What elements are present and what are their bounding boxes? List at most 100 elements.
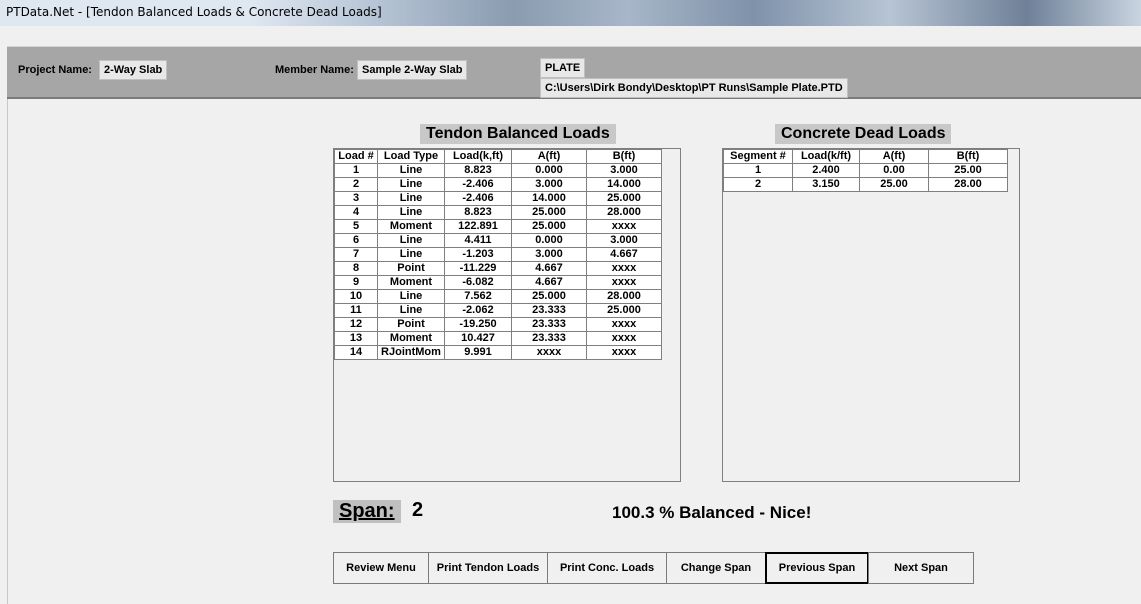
cell-load: 2.400 <box>792 163 860 178</box>
print-conc-loads-button[interactable]: Print Conc. Loads <box>547 552 667 584</box>
table-row[interactable]: 13 Moment 10.427 23.333 xxxx <box>334 331 662 346</box>
cell-load-type: Moment <box>377 331 445 346</box>
cell-load-number: 13 <box>334 331 378 346</box>
cell-load: -11.229 <box>444 261 512 276</box>
table-row[interactable]: 9 Moment -6.082 4.667 xxxx <box>334 275 662 290</box>
balanced-status: 100.3 % Balanced - Nice! <box>612 503 812 522</box>
table-row[interactable]: 3 Line -2.406 14.000 25.000 <box>334 191 662 206</box>
cell-load-number: 8 <box>334 261 378 276</box>
cell-load-number: 2 <box>334 177 378 192</box>
cell-load-type: Line <box>377 177 445 192</box>
print-tendon-loads-button[interactable]: Print Tendon Loads <box>428 552 548 584</box>
cell-load-number: 10 <box>334 289 378 304</box>
table-row[interactable]: 6 Line 4.411 0.000 3.000 <box>334 233 662 248</box>
cell-a: 25.000 <box>511 219 587 234</box>
cell-segment-number: 1 <box>723 163 793 178</box>
cell-a: 25.000 <box>511 289 587 304</box>
cell-load-number: 9 <box>334 275 378 290</box>
table-row[interactable]: 14 RJointMom 9.991 xxxx xxxx <box>334 345 662 360</box>
cell-b: 3.000 <box>586 163 662 178</box>
cell-a: 0.000 <box>511 163 587 178</box>
cell-b: xxxx <box>586 331 662 346</box>
span-label: Span: <box>333 500 401 523</box>
concrete-table-title: Concrete Dead Loads <box>775 124 952 144</box>
cell-load: 7.562 <box>444 289 512 304</box>
cell-b: xxxx <box>586 261 662 276</box>
cell-load: -1.203 <box>444 247 512 262</box>
table-row[interactable]: 11 Line -2.062 23.333 25.000 <box>334 303 662 318</box>
cell-b: 28.00 <box>928 177 1008 192</box>
cell-load: 8.823 <box>444 205 512 220</box>
cell-load: 10.427 <box>444 331 512 346</box>
cell-b: 4.667 <box>586 247 662 262</box>
window-title: PTData.Net - [Tendon Balanced Loads & Co… <box>6 5 382 19</box>
cell-b: xxxx <box>586 219 662 234</box>
cell-load-type: Line <box>377 205 445 220</box>
cell-b: 25.000 <box>586 303 662 318</box>
cell-segment-number: 2 <box>723 177 793 192</box>
cell-load-number: 11 <box>334 303 378 318</box>
cell-load: -2.062 <box>444 303 512 318</box>
cell-a: 14.000 <box>511 191 587 206</box>
cell-b: 28.000 <box>586 205 662 220</box>
next-span-button[interactable]: Next Span <box>868 552 974 584</box>
cell-load: 3.150 <box>792 177 860 192</box>
cell-a: xxxx <box>511 345 587 360</box>
cell-load-number: 12 <box>334 317 378 332</box>
table-row[interactable]: 2 3.150 25.00 28.00 <box>723 177 1008 192</box>
table-row[interactable]: 1 2.400 0.00 25.00 <box>723 163 1008 178</box>
window-frame-left <box>0 26 8 604</box>
table-row[interactable]: 4 Line 8.823 25.000 28.000 <box>334 205 662 220</box>
cell-load-type: Line <box>377 233 445 248</box>
cell-load-number: 5 <box>334 219 378 234</box>
tendon-table-title: Tendon Balanced Loads <box>420 124 616 144</box>
table-row[interactable]: 7 Line -1.203 3.000 4.667 <box>334 247 662 262</box>
cell-load: -2.406 <box>444 177 512 192</box>
table-row[interactable]: 10 Line 7.562 25.000 28.000 <box>334 289 662 304</box>
cell-b: xxxx <box>586 345 662 360</box>
cell-b: 25.00 <box>928 163 1008 178</box>
col-load: Load(k,ft) <box>444 149 512 164</box>
cell-load-number: 6 <box>334 233 378 248</box>
cell-a: 23.333 <box>511 303 587 318</box>
cell-a: 3.000 <box>511 177 587 192</box>
cell-a: 4.667 <box>511 261 587 276</box>
member-name-label: Member Name: <box>275 64 354 76</box>
table-row[interactable]: 5 Moment 122.891 25.000 xxxx <box>334 219 662 234</box>
cell-a: 25.00 <box>859 177 929 192</box>
cell-load-type: Line <box>377 289 445 304</box>
button-row: Review Menu Print Tendon Loads Print Con… <box>333 552 974 584</box>
cell-load-number: 1 <box>334 163 378 178</box>
review-menu-button[interactable]: Review Menu <box>333 552 429 584</box>
table-row[interactable]: 2 Line -2.406 3.000 14.000 <box>334 177 662 192</box>
main-panel: Tendon Balanced Loads Load # Load Type L… <box>8 99 1141 604</box>
cell-load-type: Line <box>377 247 445 262</box>
concrete-header-row: Segment # Load(k/ft) A(ft) B(ft) <box>723 149 1008 164</box>
cell-b: 28.000 <box>586 289 662 304</box>
concrete-table-container[interactable]: Segment # Load(k/ft) A(ft) B(ft) 1 2.400 0… <box>722 148 1020 482</box>
previous-span-button[interactable]: Previous Span <box>765 552 869 584</box>
file-path-value: C:\Users\Dirk Bondy\Desktop\PT Runs\Samp… <box>540 78 848 98</box>
cell-load: 4.411 <box>444 233 512 248</box>
cell-load-type: Point <box>377 261 445 276</box>
table-row[interactable]: 8 Point -11.229 4.667 xxxx <box>334 261 662 276</box>
table-row[interactable]: 1 Line 8.823 0.000 3.000 <box>334 163 662 178</box>
table-row[interactable]: 12 Point -19.250 23.333 xxxx <box>334 317 662 332</box>
tendon-table-container[interactable]: Load # Load Type Load(k,ft) A(ft) B(ft) … <box>333 148 681 482</box>
cell-a: 0.000 <box>511 233 587 248</box>
cell-a: 0.00 <box>859 163 929 178</box>
col-load-number: Load # <box>334 149 378 164</box>
cell-b: 14.000 <box>586 177 662 192</box>
cell-load-type: Point <box>377 317 445 332</box>
cell-b: xxxx <box>586 317 662 332</box>
cell-load-number: 7 <box>334 247 378 262</box>
col-b: B(ft) <box>586 149 662 164</box>
cell-a: 3.000 <box>511 247 587 262</box>
menu-strip <box>7 26 1141 47</box>
change-span-button[interactable]: Change Span <box>666 552 766 584</box>
cell-a: 4.667 <box>511 275 587 290</box>
cell-load-type: Line <box>377 303 445 318</box>
cell-load-type: RJointMom <box>377 345 445 360</box>
cell-b: 3.000 <box>586 233 662 248</box>
project-name-label: Project Name: <box>18 64 92 76</box>
